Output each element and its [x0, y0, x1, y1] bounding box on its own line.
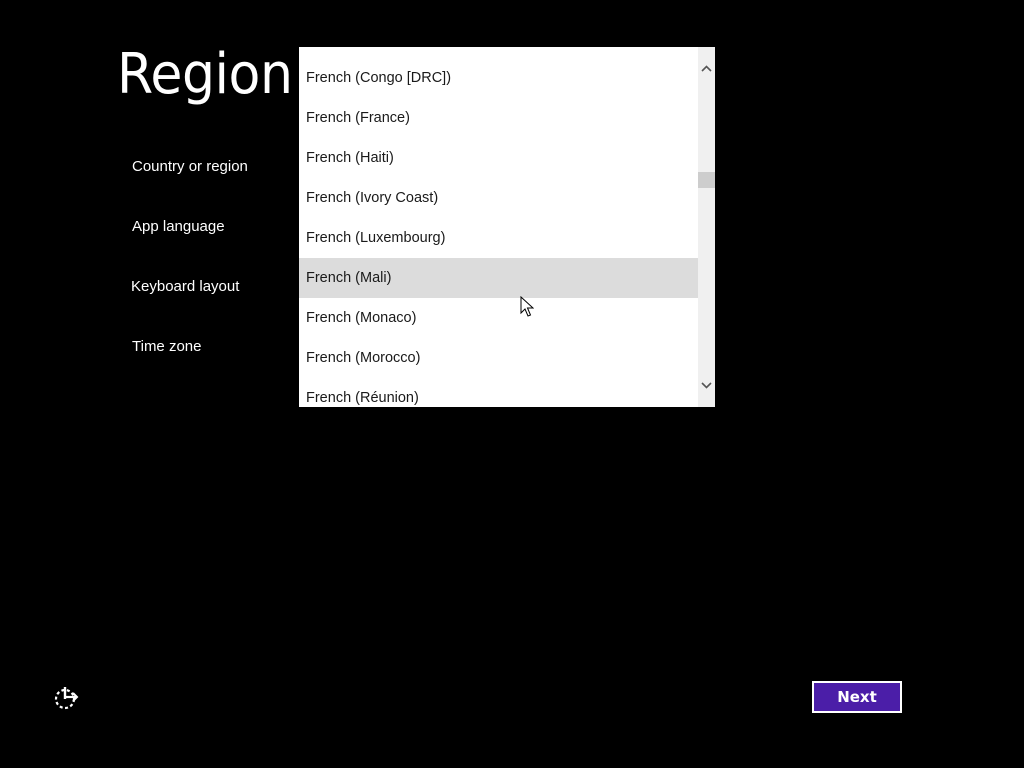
page-title: Region [117, 42, 293, 107]
list-item[interactable]: French (France) [299, 98, 697, 138]
setup-screen: Region Country or region App language Ke… [0, 0, 1024, 768]
nav-keyboard-layout[interactable]: Keyboard layout [131, 278, 239, 295]
nav-country-or-region[interactable]: Country or region [132, 158, 248, 175]
nav-app-language[interactable]: App language [132, 218, 225, 235]
list-item[interactable]: French (Haiti) [299, 138, 697, 178]
list-item[interactable]: French (Ivory Coast) [299, 178, 697, 218]
scroll-thumb[interactable] [698, 172, 715, 188]
nav-time-zone[interactable]: Time zone [132, 338, 201, 355]
app-language-dropdown-list[interactable]: French (Congo [DRC]) French (France) Fre… [299, 47, 715, 407]
chevron-up-icon [701, 65, 712, 72]
scroll-down-button[interactable] [698, 377, 715, 394]
scroll-up-button[interactable] [698, 60, 715, 77]
next-button[interactable]: Next [812, 681, 902, 713]
vertical-scrollbar[interactable] [698, 47, 715, 407]
chevron-down-icon [701, 382, 712, 389]
list-item[interactable]: French (Monaco) [299, 298, 697, 338]
list-item[interactable]: French (Congo [DRC]) [299, 58, 697, 98]
list-item[interactable]: French (Luxembourg) [299, 218, 697, 258]
list-item-highlighted[interactable]: French (Mali) [299, 258, 715, 298]
list-item[interactable]: French (Morocco) [299, 338, 697, 378]
list-item[interactable]: French (Réunion) [299, 378, 697, 407]
dropdown-options: French (Congo [DRC]) French (France) Fre… [299, 58, 715, 407]
ease-of-access-icon[interactable] [52, 684, 80, 712]
